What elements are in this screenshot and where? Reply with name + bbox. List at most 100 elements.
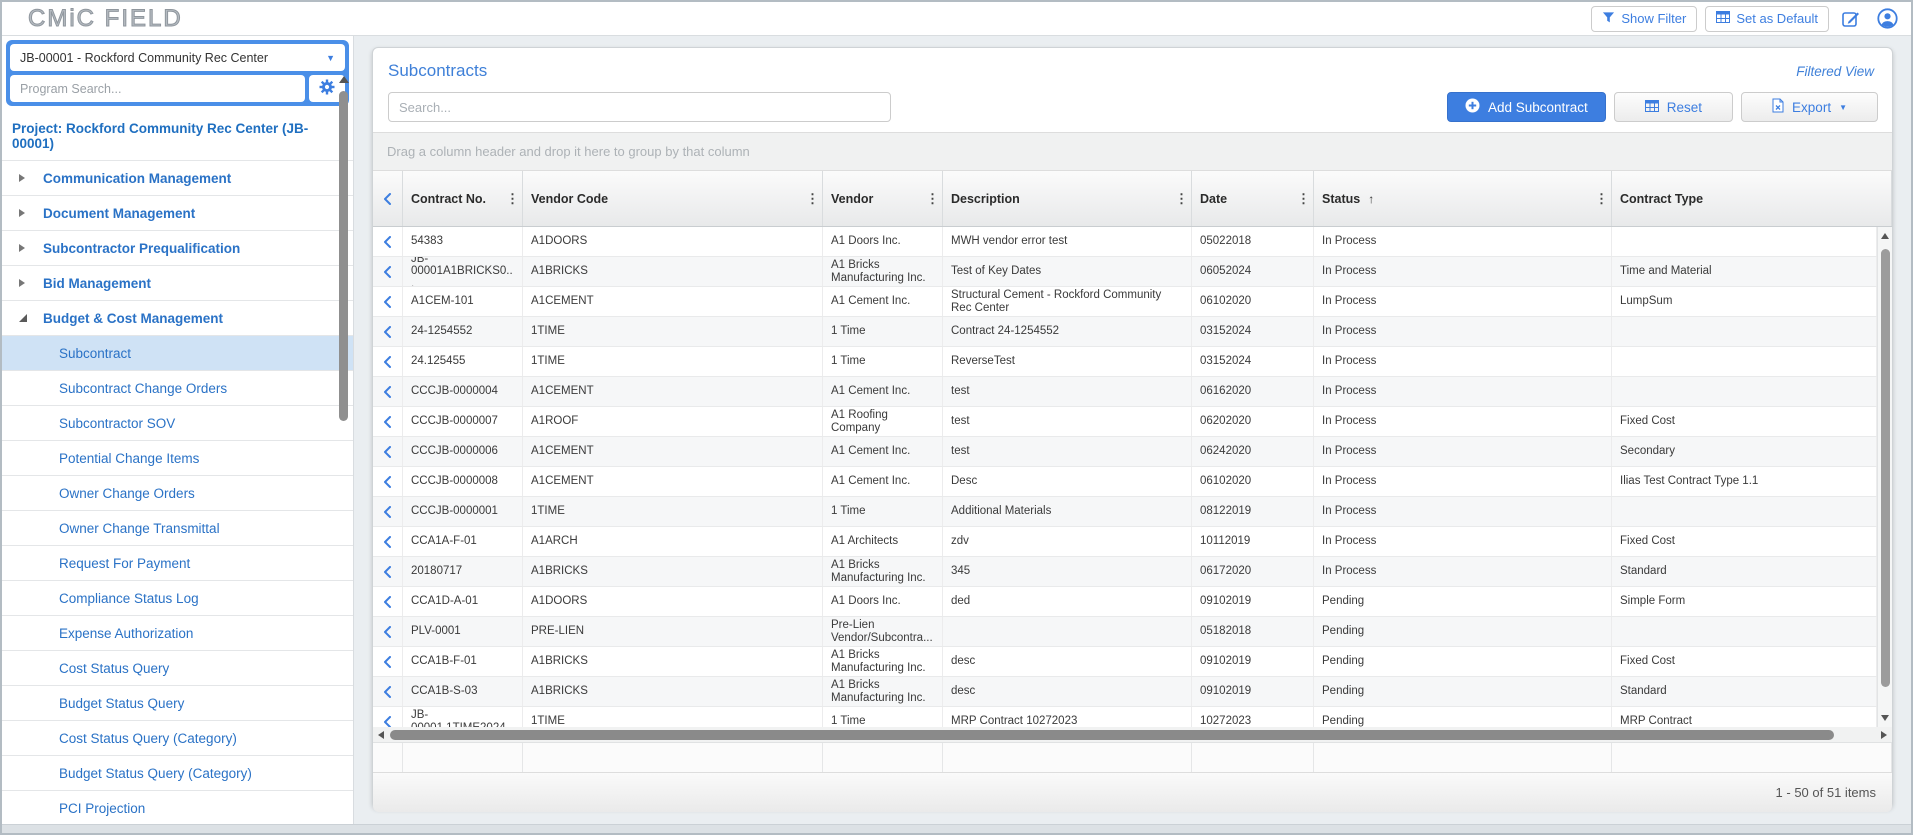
expand-icon[interactable] [18,173,34,183]
project-select-dropdown[interactable]: JB-00001 - Rockford Community Rec Center… [10,44,345,71]
row-collapse-chevron-icon[interactable] [373,497,403,526]
collapse-all-chevron-icon[interactable] [373,171,403,226]
column-header-vendor-code[interactable]: Vendor Code ⋮ [523,171,823,226]
filter-cell-vendor[interactable] [823,743,943,772]
column-header-contract-type[interactable]: Contract Type [1612,171,1892,226]
sidebar-item-expense-authorization[interactable]: Expense Authorization [2,616,353,651]
row-collapse-chevron-icon[interactable] [373,587,403,616]
vertical-scrollbar[interactable] [1877,227,1892,727]
row-collapse-chevron-icon[interactable] [373,557,403,586]
scroll-right-arrow-icon[interactable] [1881,731,1887,739]
row-collapse-chevron-icon[interactable] [373,287,403,316]
scroll-down-arrow-icon[interactable] [1881,715,1889,721]
column-menu-icon[interactable]: ⋮ [1297,192,1310,205]
sidebar-item-budget-cost-management[interactable]: Budget & Cost Management [2,301,353,336]
row-collapse-chevron-icon[interactable] [373,437,403,466]
row-collapse-chevron-icon[interactable] [373,707,403,727]
sidebar-item-owner-change-orders[interactable]: Owner Change Orders [2,476,353,511]
row-collapse-chevron-icon[interactable] [373,227,403,256]
table-row[interactable]: 20180717 A1BRICKS A1 Bricks Manufacturing … [373,557,1877,587]
table-row[interactable]: CCA1B-F-01 A1BRICKS A1 Bricks Manufacturin… [373,647,1877,677]
table-row[interactable]: A1CEM-101 A1CEMENT A1 Cement Inc. Structura… [373,287,1877,317]
filter-cell-contract-type[interactable] [1612,743,1892,772]
grid-search-input[interactable] [388,92,891,122]
user-account-icon[interactable] [1873,6,1901,32]
filter-cell-description[interactable] [943,743,1192,772]
scroll-left-arrow-icon[interactable] [378,731,384,739]
column-menu-icon[interactable]: ⋮ [1175,192,1188,205]
column-header-contract-no[interactable]: Contract No. ⋮ [403,171,523,226]
filter-cell-status[interactable] [1314,743,1612,772]
sidebar-item-bid-management[interactable]: Bid Management [2,266,353,301]
sidebar-item-subcontractor-sov[interactable]: Subcontractor SOV [2,406,353,441]
row-collapse-chevron-icon[interactable] [373,377,403,406]
column-menu-icon[interactable]: ⋮ [506,192,519,205]
table-row[interactable]: 54383 A1DOORS A1 Doors Inc. MWH vendor erro… [373,227,1877,257]
row-collapse-chevron-icon[interactable] [373,317,403,346]
column-menu-icon[interactable]: ⋮ [926,192,939,205]
table-row[interactable]: CCA1D-A-01 A1DOORS A1 Doors Inc. ded 0910201… [373,587,1877,617]
scroll-up-arrow-icon[interactable] [1881,233,1889,239]
vertical-scrollbar-thumb[interactable] [1881,249,1890,687]
filter-cell-contract-no[interactable] [403,743,523,772]
table-row[interactable]: PLV-0001 PRE-LIEN Pre-Lien Vendor/Subcontr… [373,617,1877,647]
table-row[interactable]: CCCJB-0000001 1TIME 1 Time Additional Mater… [373,497,1877,527]
export-button[interactable]: Export ▼ [1741,92,1878,122]
row-collapse-chevron-icon[interactable] [373,617,403,646]
filter-cell-vendor-code[interactable] [523,743,823,772]
table-row[interactable]: CCCJB-0000006 A1CEMENT A1 Cement Inc. test 0… [373,437,1877,467]
sidebar-item-owner-change-transmittal[interactable]: Owner Change Transmittal [2,511,353,546]
sidebar-item-subcontractor-prequalification[interactable]: Subcontractor Prequalification [2,231,353,266]
collapse-icon[interactable] [18,313,34,323]
sidebar-item-budget-status-query[interactable]: Budget Status Query [2,686,353,721]
sidebar-item-pci-projection[interactable]: PCI Projection [2,791,353,826]
program-search-input[interactable] [10,75,305,102]
horizontal-scrollbar-thumb[interactable] [390,730,1834,740]
column-header-date[interactable]: Date ⋮ [1192,171,1314,226]
table-row[interactable]: CCA1A-F-01 A1ARCH A1 Architects zdv 10112019… [373,527,1877,557]
expand-icon[interactable] [18,243,34,253]
sidebar-scrollbar-thumb[interactable] [339,91,348,421]
row-collapse-chevron-icon[interactable] [373,677,403,706]
column-header-description[interactable]: Description ⋮ [943,171,1192,226]
sidebar-item-compliance-status-log[interactable]: Compliance Status Log [2,581,353,616]
row-collapse-chevron-icon[interactable] [373,257,403,286]
row-collapse-chevron-icon[interactable] [373,407,403,436]
row-collapse-chevron-icon[interactable] [373,467,403,496]
add-subcontract-button[interactable]: Add Subcontract [1446,92,1606,122]
column-header-status[interactable]: Status ↑ ⋮ [1314,171,1612,226]
horizontal-scrollbar[interactable] [373,727,1892,743]
sidebar-item-document-management[interactable]: Document Management [2,196,353,231]
expand-icon[interactable] [18,208,34,218]
row-collapse-chevron-icon[interactable] [373,647,403,676]
sidebar-item-cost-status-query[interactable]: Cost Status Query [2,651,353,686]
table-row[interactable]: CCCJB-0000007 A1ROOF A1 Roofing Company tes… [373,407,1877,437]
column-header-vendor[interactable]: Vendor ⋮ [823,171,943,226]
table-row[interactable]: CCCJB-0000004 A1CEMENT A1 Cement Inc. test 0… [373,377,1877,407]
table-row[interactable]: 24-1254552 1TIME 1 Time Contract 24-1254552… [373,317,1877,347]
filter-cell-date[interactable] [1192,743,1314,772]
sidebar-item-cost-status-query-category[interactable]: Cost Status Query (Category) [2,721,353,756]
table-row[interactable]: JB-00001A1BRICKS0... A1BRICKS A1 Bricks Ma… [373,257,1877,287]
sidebar-item-subcontract[interactable]: Subcontract [2,336,353,371]
column-menu-icon[interactable]: ⋮ [1595,192,1608,205]
table-row[interactable]: JB-00001.1TIME20241TIME1 TimeMRP Contrac… [373,707,1877,727]
table-row[interactable]: CCA1B-S-03 A1BRICKS A1 Bricks Manufacturin… [373,677,1877,707]
table-row[interactable]: CCCJB-0000008 A1CEMENT A1 Cement Inc. Desc 0… [373,467,1877,497]
scroll-up-arrow-icon[interactable] [338,76,349,83]
column-menu-icon[interactable]: ⋮ [806,192,819,205]
row-collapse-chevron-icon[interactable] [373,527,403,556]
sidebar-scrollbar[interactable] [338,76,349,823]
set-as-default-button[interactable]: Set as Default [1705,5,1829,32]
show-filter-button[interactable]: Show Filter [1591,5,1698,32]
edit-icon[interactable] [1837,6,1865,32]
expand-icon[interactable] [18,278,34,288]
filtered-view-link[interactable]: Filtered View [1796,64,1874,79]
sidebar-item-subcontract-change-orders[interactable]: Subcontract Change Orders [2,371,353,406]
sidebar-item-budget-status-query-category[interactable]: Budget Status Query (Category) [2,756,353,791]
reset-button[interactable]: Reset [1613,92,1734,122]
group-by-bar[interactable]: Drag a column header and drop it here to… [373,133,1892,171]
sidebar-item-potential-change-items[interactable]: Potential Change Items [2,441,353,476]
row-collapse-chevron-icon[interactable] [373,347,403,376]
sidebar-item-request-for-payment[interactable]: Request For Payment [2,546,353,581]
